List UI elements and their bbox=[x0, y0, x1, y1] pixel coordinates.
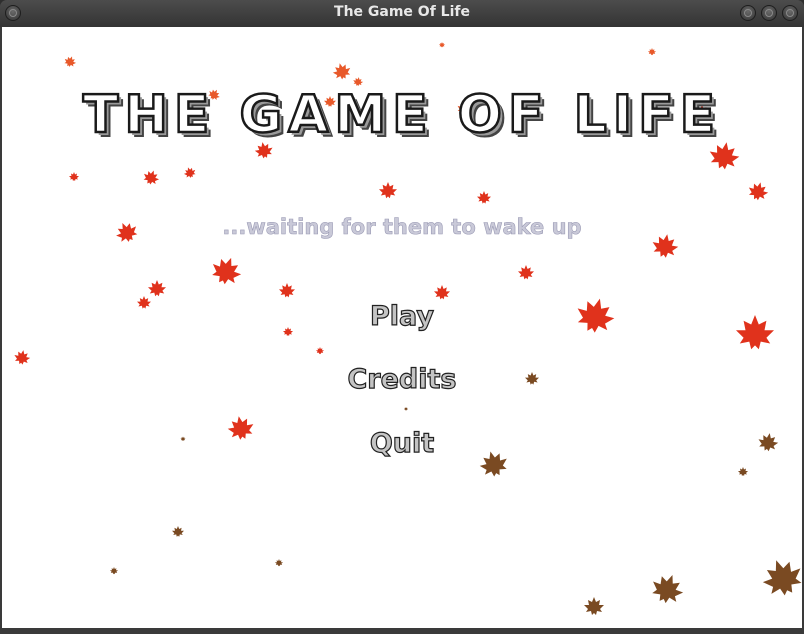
play-button[interactable]: Play bbox=[302, 300, 502, 332]
falling-leaf bbox=[69, 172, 79, 181]
falling-leaf bbox=[518, 265, 534, 280]
falling-leaf bbox=[137, 296, 151, 309]
subtitle-text: ...waiting for them to wake up bbox=[222, 215, 582, 240]
falling-leaf bbox=[572, 293, 619, 337]
minimize-button[interactable] bbox=[740, 5, 756, 21]
falling-leaf bbox=[279, 283, 295, 298]
falling-leaf bbox=[736, 315, 774, 350]
falling-leaf bbox=[648, 48, 656, 56]
falling-leaf bbox=[225, 413, 256, 442]
falling-leaf bbox=[62, 54, 78, 69]
falling-leaf bbox=[379, 182, 397, 199]
app-window: The Game Of Life The Game Of Life ...wai… bbox=[0, 0, 804, 634]
falling-leaf bbox=[738, 467, 748, 476]
falling-leaf bbox=[316, 347, 324, 355]
game-canvas[interactable]: The Game Of Life ...waiting for them to … bbox=[2, 27, 802, 628]
falling-leaf bbox=[477, 191, 491, 204]
falling-leaf bbox=[584, 597, 604, 615]
falling-leaf bbox=[757, 553, 802, 601]
falling-leaf bbox=[283, 327, 293, 336]
title-bar[interactable]: The Game Of Life bbox=[0, 0, 804, 27]
game-title-logo: The Game Of Life bbox=[82, 84, 722, 147]
falling-leaf bbox=[647, 569, 688, 608]
falling-leaf bbox=[110, 567, 118, 575]
credits-button[interactable]: Credits bbox=[302, 363, 502, 395]
maximize-button[interactable] bbox=[761, 5, 777, 21]
falling-leaf bbox=[13, 348, 32, 366]
window-title: The Game Of Life bbox=[334, 4, 470, 20]
falling-leaf bbox=[207, 252, 246, 289]
falling-leaf bbox=[275, 559, 283, 567]
falling-leaf bbox=[439, 42, 445, 48]
falling-leaf bbox=[434, 285, 450, 300]
falling-leaf bbox=[525, 372, 539, 385]
falling-leaf bbox=[330, 60, 353, 82]
falling-leaf bbox=[746, 179, 771, 203]
falling-leaf bbox=[404, 407, 408, 411]
falling-leaf bbox=[148, 280, 166, 297]
window-bottom-border bbox=[0, 628, 804, 634]
falling-leaf bbox=[141, 167, 162, 187]
quit-button[interactable]: Quit bbox=[302, 427, 502, 459]
close-button[interactable] bbox=[782, 5, 798, 21]
falling-leaf bbox=[180, 436, 186, 441]
falling-leaf bbox=[172, 526, 184, 537]
falling-leaf bbox=[182, 165, 198, 180]
falling-leaf bbox=[756, 431, 780, 453]
